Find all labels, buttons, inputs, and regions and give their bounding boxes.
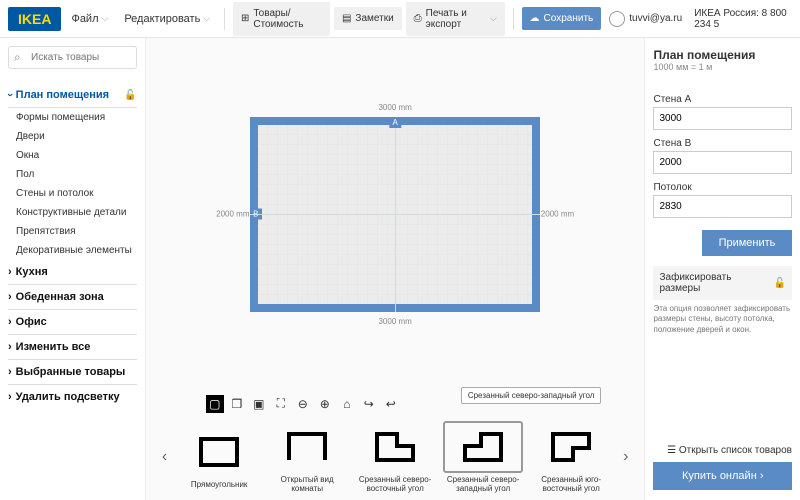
zoom-in-button[interactable]: ⊕ — [316, 395, 334, 413]
section-dining[interactable]: Обеденная зона — [8, 285, 137, 310]
wall-a-input[interactable] — [653, 107, 792, 130]
lock-dimensions-toggle[interactable]: Зафиксировать размеры🔓 — [653, 266, 792, 300]
lock-icon: 🔓 — [774, 278, 786, 289]
lock-description: Эта опция позволяет зафиксировать размер… — [653, 304, 792, 335]
dimension-left: 2000 mm — [216, 210, 249, 219]
floor-plan-canvas[interactable]: 3000 mm 3000 mm 2000 mm 2000 mm A B — [146, 38, 645, 391]
search-input[interactable] — [8, 46, 137, 69]
cloud-icon: ☁ — [530, 13, 540, 24]
shape-cut-ne[interactable]: Срезанный северо-восточный угол — [355, 421, 435, 494]
zoom-fit-button[interactable]: ⛶ — [272, 395, 290, 413]
shape-rectangle[interactable]: Прямоугольник — [179, 426, 259, 490]
section-kitchen[interactable]: Кухня — [8, 260, 137, 285]
divider — [224, 8, 225, 30]
region-phone: ИКЕА Россия: 8 800 234 5 — [694, 8, 792, 30]
divider — [513, 8, 514, 30]
shapes-prev[interactable]: ‹ — [158, 448, 171, 466]
shape-open-room[interactable]: Открытый вид комнаты — [267, 421, 347, 494]
view-3d-button[interactable]: ❒ — [228, 395, 246, 413]
shape-tooltip: Срезанный северо-западный угол — [461, 387, 602, 404]
avatar-icon — [609, 11, 625, 27]
properties-panel: План помещения 1000 мм = 1 м Стена A Сте… — [644, 38, 800, 500]
canvas-area: 3000 mm 3000 mm 2000 mm 2000 mm A B ▢ ❒ … — [146, 38, 645, 500]
apply-button[interactable]: Применить — [702, 230, 792, 256]
view-toolbar: ▢ ❒ ▣ ⛶ ⊖ ⊕ ⌂ ↪ ↩ Срезанный северо-запад… — [146, 391, 645, 415]
sidebar: План помещения 🔓 Формы помещения Двери О… — [0, 38, 146, 500]
buy-online-button[interactable]: Купить онлайн › — [653, 462, 792, 490]
section-change-all[interactable]: Изменить все — [8, 335, 137, 360]
shapes-next[interactable]: › — [619, 448, 632, 466]
wall-a-field-label: Стена A — [653, 94, 792, 105]
home-button[interactable]: ⌂ — [338, 395, 356, 413]
sidebar-item[interactable]: Препятствия — [8, 222, 137, 241]
room-rectangle[interactable]: 3000 mm 3000 mm 2000 mm 2000 mm A B — [250, 117, 540, 312]
wall-a-label: A — [389, 117, 400, 128]
shape-cut-se[interactable]: Срезанный юго-восточный угол — [531, 421, 611, 494]
notes-button[interactable]: ▤Заметки — [334, 7, 402, 30]
shape-picker: ‹ Прямоугольник Открытый вид комнаты Сре… — [146, 415, 645, 500]
note-icon: ▤ — [342, 13, 351, 24]
dimension-right: 2000 mm — [541, 210, 574, 219]
print-export-button[interactable]: ⎙Печать и экспорт — [406, 2, 505, 36]
ikea-logo: IKEA — [8, 7, 61, 31]
sidebar-item[interactable]: Формы помещения — [8, 108, 137, 127]
dimension-bottom: 3000 mm — [378, 317, 411, 326]
menu-edit[interactable]: Редактировать — [118, 9, 216, 29]
user-account[interactable]: tuvvi@ya.ru — [609, 11, 682, 27]
redo-button[interactable]: ↪ — [360, 395, 378, 413]
save-button[interactable]: ☁Сохранить — [522, 7, 602, 30]
sidebar-item[interactable]: Конструктивные детали — [8, 203, 137, 222]
ceiling-field-label: Потолок — [653, 182, 792, 193]
view-2d-button[interactable]: ▢ — [206, 395, 224, 413]
section-room-plan[interactable]: План помещения 🔓 — [8, 83, 137, 108]
products-button[interactable]: ⊞Товары/Стоимость — [233, 2, 330, 36]
panel-subtitle: 1000 мм = 1 м — [653, 62, 792, 72]
wall-b-label: B — [250, 209, 261, 220]
sidebar-item[interactable]: Окна — [8, 146, 137, 165]
lock-icon: 🔓 — [124, 90, 136, 101]
section-lighting[interactable]: Удалить подсветку — [8, 385, 137, 409]
tag-icon: ⊞ — [241, 13, 249, 24]
sidebar-item[interactable]: Двери — [8, 127, 137, 146]
sidebar-item[interactable]: Декоративные элементы — [8, 241, 137, 260]
zoom-out-button[interactable]: ⊖ — [294, 395, 312, 413]
sidebar-item[interactable]: Пол — [8, 165, 137, 184]
view-camera-button[interactable]: ▣ — [250, 395, 268, 413]
undo-button[interactable]: ↩ — [382, 395, 400, 413]
sidebar-item[interactable]: Стены и потолок — [8, 184, 137, 203]
wall-b-field-label: Стена B — [653, 138, 792, 149]
section-office[interactable]: Офис — [8, 310, 137, 335]
dimension-top: 3000 mm — [378, 103, 411, 112]
menu-file[interactable]: Файл — [65, 9, 114, 29]
app-header: IKEA Файл Редактировать ⊞Товары/Стоимост… — [0, 0, 800, 38]
section-selected[interactable]: Выбранные товары — [8, 360, 137, 385]
search-wrap — [8, 46, 137, 69]
panel-title: План помещения — [653, 48, 792, 62]
wall-b-input[interactable] — [653, 151, 792, 174]
ceiling-input[interactable] — [653, 195, 792, 218]
shape-cut-nw[interactable]: Срезанный северо-западный угол — [443, 421, 523, 494]
open-product-list[interactable]: ☰ Открыть список товаров — [653, 439, 792, 462]
list-icon: ☰ — [667, 445, 679, 456]
print-icon: ⎙ — [414, 13, 422, 24]
